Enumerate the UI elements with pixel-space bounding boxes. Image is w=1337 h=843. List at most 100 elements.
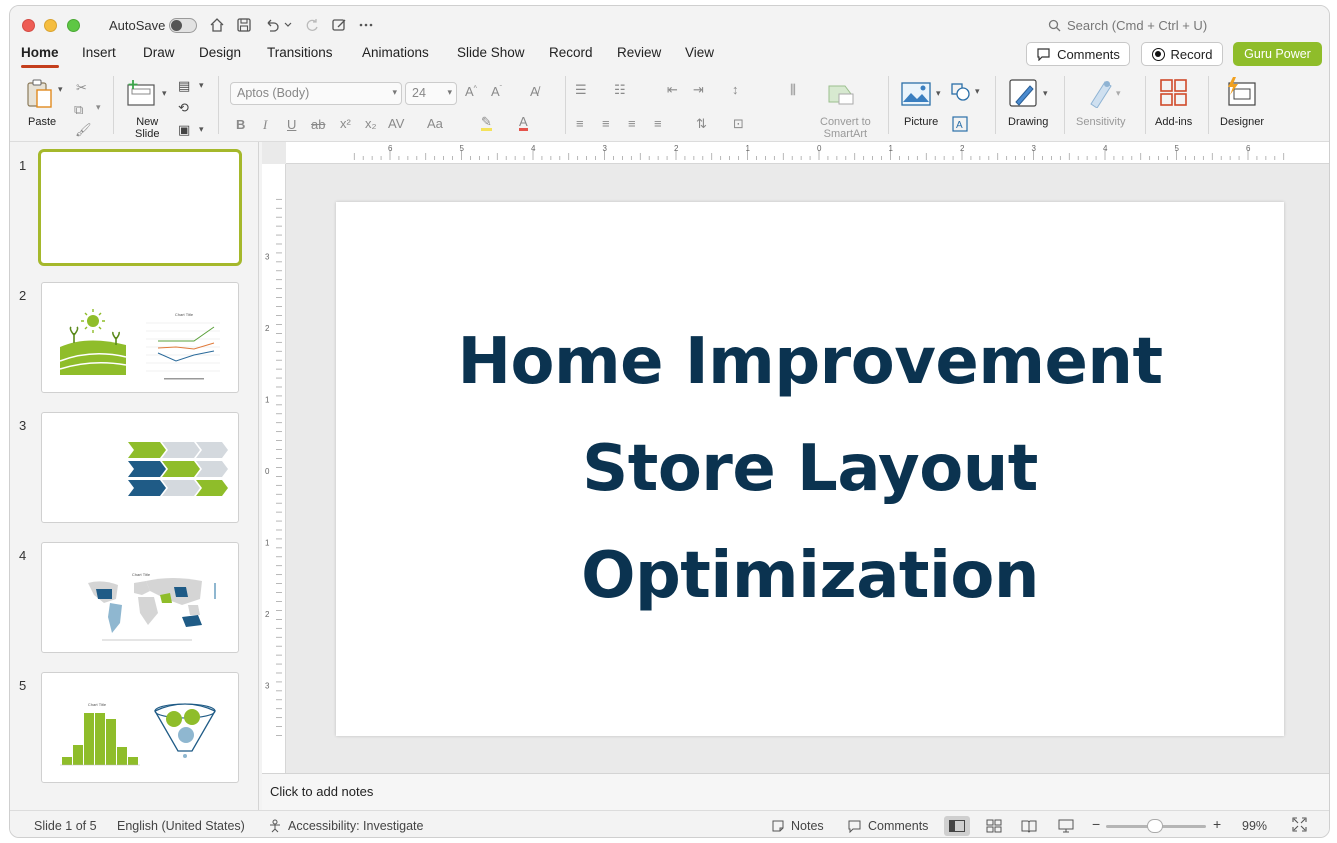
close-window-button[interactable]: [22, 19, 35, 32]
drawing-chevron-down-icon[interactable]: ▾: [1043, 88, 1048, 99]
italic-icon[interactable]: I: [263, 117, 267, 133]
align-text-icon[interactable]: ⊡: [733, 116, 744, 132]
comments-button[interactable]: Comments: [1026, 42, 1130, 66]
slide-thumbnail-5[interactable]: Chart Title: [41, 672, 239, 783]
drawing-icon[interactable]: [1008, 78, 1040, 115]
sensitivity-chevron-down-icon[interactable]: ▾: [1116, 88, 1121, 99]
tab-animations[interactable]: Animations: [362, 44, 429, 70]
tab-home[interactable]: Home: [21, 44, 59, 70]
font-size-select[interactable]: 24 ▾: [405, 82, 457, 105]
slide-thumbnail-2[interactable]: Chart Title: [41, 282, 239, 393]
picture-chevron-down-icon[interactable]: ▾: [936, 88, 941, 99]
guru-power-button[interactable]: Guru Power: [1233, 42, 1322, 66]
bullets-icon[interactable]: ☰: [575, 82, 587, 98]
slide-canvas[interactable]: Home Improvement Store Layout Optimizati…: [336, 202, 1284, 736]
strikethrough-icon[interactable]: ab: [311, 117, 325, 132]
new-slide-chevron-down-icon[interactable]: ▾: [162, 88, 167, 99]
shapes-icon[interactable]: [951, 83, 971, 106]
layout-chevron-down-icon[interactable]: ▾: [199, 80, 204, 91]
slide-show-view-button[interactable]: [1053, 816, 1079, 836]
redo-icon[interactable]: [302, 15, 322, 35]
text-direction-icon[interactable]: ⇅: [696, 116, 707, 132]
language-status[interactable]: English (United States): [117, 819, 245, 833]
slide-thumbnail-1[interactable]: [38, 149, 242, 266]
decrease-font-size-icon[interactable]: Aˇ: [491, 84, 502, 99]
slide-thumbnail-4[interactable]: Chart Title: [41, 542, 239, 653]
format-painter-icon[interactable]: 🖌: [75, 122, 92, 138]
save-icon[interactable]: [234, 15, 254, 35]
bold-icon[interactable]: B: [236, 117, 245, 132]
tab-review[interactable]: Review: [617, 44, 661, 70]
maximize-window-button[interactable]: [67, 19, 80, 32]
clear-formatting-icon[interactable]: A̸: [530, 84, 539, 99]
accessibility-status[interactable]: Accessibility: Investigate: [268, 819, 423, 833]
align-right-icon[interactable]: ≡: [628, 116, 636, 131]
font-color-icon[interactable]: A: [519, 115, 528, 131]
paste-chevron-down-icon[interactable]: ▾: [58, 84, 63, 95]
paste-icon[interactable]: [25, 78, 57, 115]
notes-toggle-button[interactable]: Notes: [771, 819, 824, 833]
minimize-window-button[interactable]: [44, 19, 57, 32]
copy-icon[interactable]: ⧉: [74, 102, 83, 118]
justify-icon[interactable]: ≡: [654, 116, 662, 131]
change-case-icon[interactable]: Aa: [427, 116, 443, 131]
customize-toolbar-icon[interactable]: [329, 15, 349, 35]
increase-font-size-icon[interactable]: A^: [465, 84, 477, 99]
layout-icon[interactable]: ▤: [178, 78, 190, 94]
increase-indent-icon[interactable]: ⇥: [693, 82, 704, 98]
notes-placeholder: Click to add notes: [270, 784, 374, 799]
superscript-icon[interactable]: x²: [340, 116, 351, 131]
text-box-icon[interactable]: A: [952, 116, 968, 137]
columns-icon[interactable]: ⫼: [790, 82, 796, 98]
tab-transitions[interactable]: Transitions: [267, 44, 333, 70]
comments-toggle-button[interactable]: Comments: [847, 819, 928, 833]
line-spacing-icon[interactable]: ↕: [732, 82, 739, 97]
undo-chevron-down-icon[interactable]: [282, 15, 294, 35]
zoom-out-button[interactable]: −: [1092, 816, 1100, 832]
ribbon-home: ▾ Paste ✂ ⧉ ▾ 🖌 ▾ New Slide ▤ ▾ ⟲ ▣ ▾ Apt…: [10, 70, 1329, 142]
align-left-icon[interactable]: ≡: [576, 116, 584, 131]
convert-smartart-icon[interactable]: [827, 82, 857, 111]
tab-design[interactable]: Design: [199, 44, 241, 70]
section-icon[interactable]: ▣: [178, 122, 190, 138]
section-chevron-down-icon[interactable]: ▾: [199, 124, 204, 135]
more-options-icon[interactable]: [356, 15, 376, 35]
new-slide-icon[interactable]: [127, 80, 157, 111]
designer-icon[interactable]: [1225, 77, 1257, 112]
fit-to-window-button[interactable]: [1292, 817, 1307, 832]
normal-view-button[interactable]: [944, 816, 970, 836]
tab-slide-show[interactable]: Slide Show: [457, 44, 525, 70]
tab-view[interactable]: View: [685, 44, 714, 70]
character-spacing-icon[interactable]: AV: [388, 116, 404, 131]
decrease-indent-icon[interactable]: ⇤: [667, 82, 678, 98]
cut-icon[interactable]: ✂: [76, 80, 87, 96]
underline-icon[interactable]: U: [287, 117, 296, 132]
slide-title[interactable]: Home Improvement Store Layout Optimizati…: [457, 309, 1163, 630]
autosave-toggle[interactable]: [169, 18, 197, 33]
record-button[interactable]: Record: [1141, 42, 1223, 66]
add-ins-icon[interactable]: [1160, 79, 1188, 112]
zoom-slider-handle[interactable]: [1147, 819, 1163, 833]
sensitivity-icon[interactable]: [1087, 78, 1115, 113]
subscript-icon[interactable]: x₂: [365, 116, 377, 131]
picture-icon[interactable]: [901, 82, 931, 111]
zoom-level[interactable]: 99%: [1242, 819, 1267, 833]
home-icon[interactable]: [207, 15, 227, 35]
numbering-icon[interactable]: ☷: [614, 82, 626, 98]
zoom-in-button[interactable]: +: [1213, 816, 1221, 832]
font-name-select[interactable]: Aptos (Body) ▾: [230, 82, 402, 105]
copy-chevron-down-icon[interactable]: ▾: [96, 102, 101, 113]
tab-draw[interactable]: Draw: [143, 44, 175, 70]
slide-sorter-view-button[interactable]: [981, 816, 1007, 836]
notes-pane[interactable]: Click to add notes: [262, 773, 1329, 810]
shapes-chevron-down-icon[interactable]: ▾: [975, 86, 980, 97]
tab-insert[interactable]: Insert: [82, 44, 116, 70]
undo-icon[interactable]: [262, 15, 282, 35]
slide-thumbnail-3[interactable]: [41, 412, 239, 523]
reset-slide-icon[interactable]: ⟲: [178, 100, 189, 116]
search-box[interactable]: Search (Cmd + Ctrl + U): [1048, 18, 1207, 33]
align-center-icon[interactable]: ≡: [602, 116, 610, 131]
highlight-icon[interactable]: ✎: [481, 115, 492, 131]
reading-view-button[interactable]: [1016, 816, 1042, 836]
tab-record[interactable]: Record: [549, 44, 593, 70]
